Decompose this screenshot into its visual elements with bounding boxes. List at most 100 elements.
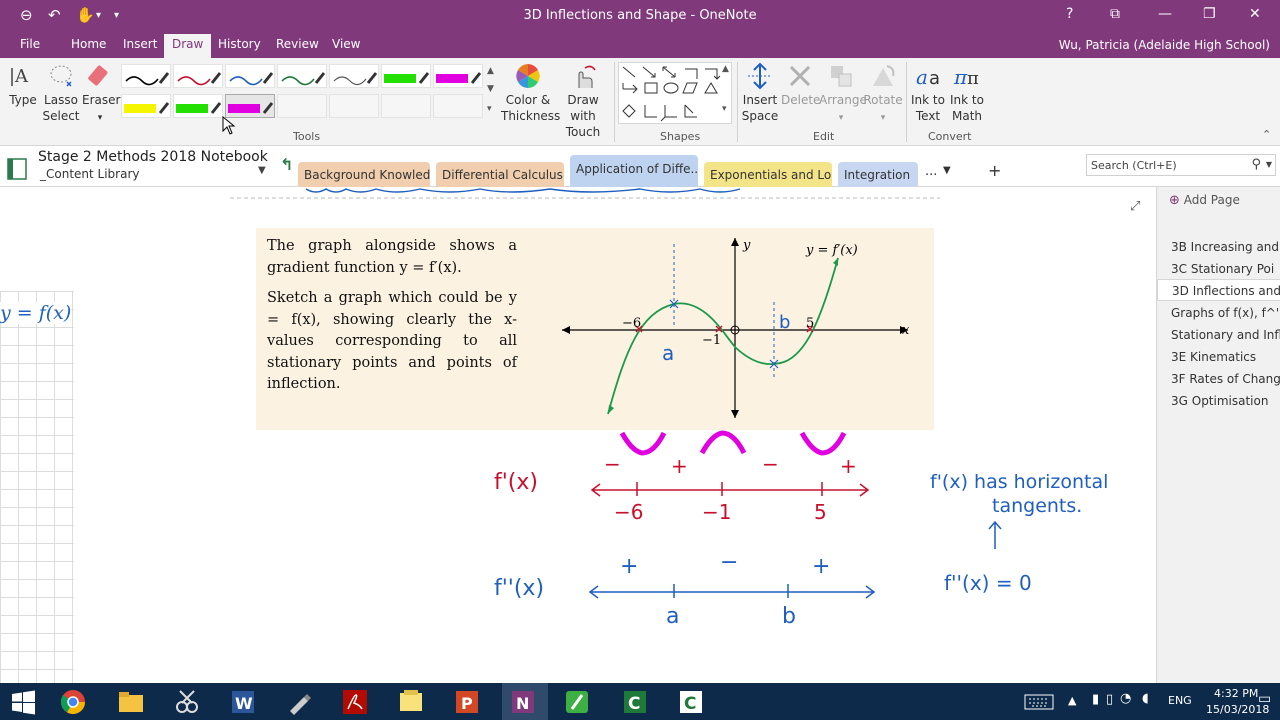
section-tab-exponentials[interactable]: Exponentials and Lo... (704, 162, 832, 187)
arrange-dropdown-icon[interactable]: ▾ (839, 113, 844, 123)
tab-file[interactable]: File (20, 37, 40, 51)
pen-black[interactable] (121, 64, 171, 88)
search-scope-dropdown-icon[interactable]: ▼ (1266, 160, 1272, 169)
acrobat-icon[interactable] (340, 687, 370, 717)
pen-red[interactable] (173, 64, 223, 88)
y-axis-label: y (742, 238, 751, 253)
more-sections-button[interactable]: ... (925, 164, 937, 179)
green-app-icon[interactable] (562, 687, 592, 717)
touch-keyboard-icon[interactable] (1024, 693, 1054, 711)
eraser-button[interactable]: Eraser ▾ (82, 62, 120, 126)
color-thickness-button[interactable]: Color & Thickness (501, 62, 560, 124)
page-item[interactable]: Graphs of f(x), f^' (1157, 302, 1280, 324)
tab-insert[interactable]: Insert (123, 37, 157, 51)
page-item[interactable]: 3E Kinematics (1157, 346, 1280, 368)
language-indicator[interactable]: ENG (1168, 694, 1192, 707)
type-button[interactable]: A Type (6, 62, 40, 108)
tab-home[interactable]: Home (71, 37, 106, 51)
page-canvas[interactable]: ⤢ y = f(x) The graph alongside shows a g… (0, 187, 1156, 683)
volume-icon[interactable]: ◖ (1142, 691, 1149, 706)
chrome-icon[interactable] (58, 687, 88, 717)
rotate-dropdown-icon[interactable]: ▾ (881, 113, 886, 123)
pen-blue[interactable] (225, 64, 275, 88)
sticky-notes-icon[interactable] (396, 687, 426, 717)
add-section-icon[interactable]: + (988, 161, 1001, 180)
highlighter-magenta-selected[interactable] (225, 94, 275, 118)
tab-view[interactable]: View (332, 37, 360, 51)
page-item[interactable]: Stationary and Infl (1157, 324, 1280, 346)
collapse-ribbon-icon[interactable]: ⌃ (1262, 128, 1271, 141)
help-button[interactable]: ? (1066, 6, 1073, 22)
word-icon[interactable]: W (228, 687, 258, 717)
snipping-tool-icon[interactable] (172, 687, 202, 717)
pen-gray[interactable] (329, 64, 379, 88)
pen-slot-empty-4[interactable] (433, 94, 483, 118)
ink-to-text-button[interactable]: aa Ink to Text (908, 62, 948, 124)
close-button[interactable]: ✕ (1249, 6, 1261, 22)
powerpoint-icon[interactable]: P (452, 687, 482, 717)
show-hidden-icons[interactable]: ▲ (1068, 694, 1076, 707)
notebook-dropdown-icon[interactable]: ▼ (258, 165, 266, 176)
full-page-view-icon[interactable]: ⤢ (1130, 199, 1140, 214)
page-item-selected[interactable]: 3D Inflections and (1157, 279, 1280, 301)
draw-with-touch-button[interactable]: Draw with Touch (555, 62, 611, 140)
onenote-icon[interactable]: N (508, 687, 538, 717)
ribbon-display-icon[interactable]: ⧉ (1110, 6, 1120, 22)
highlighter-green-2[interactable] (173, 94, 223, 118)
tab-review[interactable]: Review (276, 37, 319, 51)
section-tab-integration[interactable]: Integration (838, 162, 918, 187)
add-page-label: Add Page (1183, 193, 1240, 207)
arrange-button[interactable]: Arrange ▾ (819, 62, 867, 126)
tab-draw[interactable]: Draw (164, 34, 212, 58)
rotate-button[interactable]: Rotate ▾ (863, 62, 903, 126)
gallery-scroll-down-icon[interactable]: ▼ (487, 84, 494, 94)
camtasia-icon[interactable]: C (620, 687, 650, 717)
tab-history[interactable]: History (218, 37, 261, 51)
clock-time[interactable]: 4:32 PM (1214, 687, 1258, 700)
shapes-scroll-up-icon[interactable]: ▲ (722, 64, 729, 74)
restore-button[interactable]: ❐ (1203, 6, 1216, 22)
section-tab-application[interactable]: Application of Diffe... (570, 155, 698, 187)
insert-space-button[interactable]: Insert Space (740, 62, 780, 124)
pen-slot-empty-3[interactable] (381, 94, 431, 118)
file-explorer-icon[interactable] (116, 687, 146, 717)
lasso-select-button[interactable]: Lasso Select (42, 62, 80, 124)
page-item[interactable]: 3B Increasing and (1157, 236, 1280, 258)
notebook-name[interactable]: Stage 2 Methods 2018 Notebook (38, 149, 268, 165)
user-account[interactable]: Wu, Patricia (Adelaide High School) (1059, 38, 1270, 52)
fdouble-sign-2: − (720, 550, 738, 575)
search-icon[interactable]: ⚲ (1251, 157, 1261, 172)
back-to-parent-icon[interactable]: ↰ (280, 155, 293, 174)
delete-button[interactable]: Delete (781, 62, 820, 108)
minimize-button[interactable]: — (1158, 6, 1172, 22)
pen-slot-empty-2[interactable] (329, 94, 379, 118)
insert-space-label-1: Insert (742, 93, 778, 107)
eraser-dropdown-icon[interactable]: ▾ (98, 113, 103, 123)
shapes-more-icon[interactable]: ▾ (722, 104, 727, 114)
page-item[interactable]: 3C Stationary Poi (1157, 258, 1280, 280)
ink-to-math-button[interactable]: ππ Ink to Math (947, 62, 987, 124)
pen-tool-icon[interactable] (284, 687, 314, 717)
windows-start-icon[interactable] (8, 687, 38, 717)
gallery-scroll-up-icon[interactable]: ▲ (487, 66, 494, 76)
sections-dropdown-icon[interactable]: ▼ (943, 165, 951, 176)
pen-green[interactable] (277, 64, 327, 88)
search-input[interactable]: Search (Ctrl+E) ⚲ ▼ (1086, 154, 1276, 176)
gallery-more-icon[interactable]: ▾ (487, 104, 492, 114)
highlighter-green[interactable] (381, 64, 431, 88)
camtasia-recorder-icon[interactable]: C (676, 687, 706, 717)
highlighter-magenta[interactable] (433, 64, 483, 88)
tablet-mode-icon[interactable]: ▯ (1106, 692, 1113, 707)
section-tab-differential[interactable]: Differential Calculus (436, 162, 564, 187)
section-group-name[interactable]: _Content Library (40, 167, 140, 181)
page-item[interactable]: 3F Rates of Chang (1157, 368, 1280, 390)
highlighter-yellow[interactable] (121, 94, 171, 118)
wifi-icon[interactable]: ◔ (1120, 691, 1131, 706)
battery-icon[interactable]: ▮ (1092, 692, 1099, 707)
page-item[interactable]: 3G Optimisation (1157, 390, 1280, 412)
notifications-icon[interactable]: ▭ (1258, 691, 1271, 707)
section-tab-background[interactable]: Background Knowled... (298, 162, 430, 187)
add-page-button[interactable]: ⊕ Add Page (1169, 193, 1240, 208)
pen-slot-empty-1[interactable] (277, 94, 327, 118)
shapes-gallery[interactable] (618, 62, 732, 124)
